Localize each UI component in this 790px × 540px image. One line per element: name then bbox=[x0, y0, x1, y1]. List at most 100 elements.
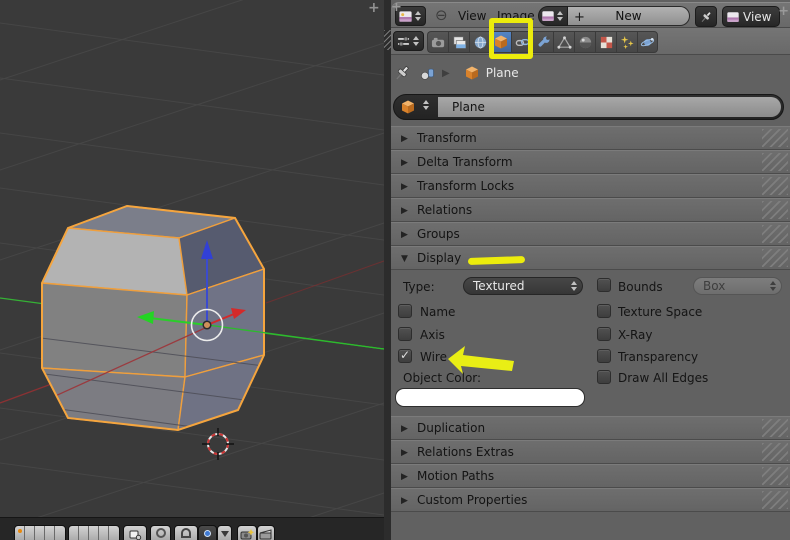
pin-button[interactable] bbox=[695, 6, 717, 27]
object-cube-icon bbox=[495, 35, 507, 49]
editor-type-stepper[interactable] bbox=[415, 11, 421, 21]
mesh-data-icon bbox=[556, 35, 572, 49]
panel-list: ▶ Transform ▶ Delta Transform ▶ Transfor… bbox=[391, 126, 790, 512]
tab-render[interactable] bbox=[427, 31, 448, 53]
draw-all-edges-checkbox[interactable]: ✓ bbox=[597, 370, 611, 384]
bounds-label: Bounds bbox=[618, 280, 663, 294]
panel-drag-stripes[interactable] bbox=[762, 177, 788, 195]
active-layer-dot bbox=[18, 529, 22, 533]
panel-drag-stripes[interactable] bbox=[762, 419, 788, 437]
tab-particles[interactable] bbox=[616, 31, 637, 53]
collapsed-arrow-icon: ▶ bbox=[401, 158, 408, 168]
display-type-dropdown[interactable]: Textured bbox=[463, 277, 583, 295]
wire-checkbox[interactable]: ✓ bbox=[398, 348, 412, 363]
panel-display-header[interactable]: ▼ Display bbox=[391, 246, 790, 270]
layer-buttons-group-1[interactable] bbox=[14, 525, 66, 540]
panel-drag-stripes[interactable] bbox=[762, 491, 788, 509]
object-name-input[interactable]: Plane bbox=[438, 97, 781, 117]
tab-object[interactable] bbox=[490, 31, 511, 53]
collapsed-arrow-icon: ▶ bbox=[401, 206, 408, 216]
breadcrumb-object-icon bbox=[465, 66, 478, 80]
panel-drag-stripes[interactable] bbox=[762, 249, 788, 267]
snap-dropdown-button[interactable] bbox=[217, 525, 232, 540]
header-plus-icon[interactable]: + bbox=[778, 4, 789, 19]
panel-drag-stripes[interactable] bbox=[762, 129, 788, 147]
panel-groups[interactable]: ▶ Groups bbox=[391, 222, 790, 246]
manipulator-toggle-button[interactable] bbox=[123, 525, 147, 540]
breadcrumb-object-name[interactable]: Plane bbox=[486, 66, 519, 80]
breadcrumb-pin-icon[interactable] bbox=[393, 64, 411, 82]
tab-physics[interactable] bbox=[637, 31, 658, 53]
area-corner-plus-icon[interactable]: + bbox=[391, 0, 402, 15]
image-datablock-stepper[interactable] bbox=[557, 11, 563, 21]
snap-element-button[interactable] bbox=[198, 525, 217, 540]
panel-relations[interactable]: ▶ Relations bbox=[391, 198, 790, 222]
tab-constraints[interactable] bbox=[511, 31, 532, 53]
constraints-icon bbox=[515, 38, 529, 46]
proportional-edit-button[interactable] bbox=[150, 525, 171, 540]
viewport-canvas[interactable] bbox=[0, 0, 384, 540]
panel-duplication[interactable]: ▶ Duplication bbox=[391, 416, 790, 440]
panel-drag-stripes[interactable] bbox=[762, 467, 788, 485]
panel-motion-paths[interactable]: ▶ Motion Paths bbox=[391, 464, 790, 488]
display-panel-content: Type: Textured ✓ Bounds Box ✓ Name ✓ Tex… bbox=[391, 270, 790, 416]
collapse-menus-icon[interactable]: ⊖ bbox=[435, 7, 448, 24]
material-sphere-icon bbox=[579, 36, 591, 48]
panel-drag-stripes[interactable] bbox=[762, 153, 788, 171]
panel-transform-locks[interactable]: ▶ Transform Locks bbox=[391, 174, 790, 198]
layer-buttons-group-2[interactable] bbox=[68, 525, 120, 540]
image-datablock-button[interactable] bbox=[538, 6, 568, 26]
expanded-arrow-icon: ▼ bbox=[401, 254, 408, 264]
tab-texture[interactable] bbox=[595, 31, 616, 53]
tab-material[interactable] bbox=[574, 31, 595, 53]
panel-drag-stripes[interactable] bbox=[762, 443, 788, 461]
object-color-label: Object Color: bbox=[403, 371, 482, 385]
axis-checkbox[interactable]: ✓ bbox=[398, 327, 412, 341]
panel-custom-properties[interactable]: ▶ Custom Properties bbox=[391, 488, 790, 512]
menu-image[interactable]: Image bbox=[497, 9, 535, 23]
transparency-checkbox[interactable]: ✓ bbox=[597, 349, 611, 363]
collapsed-arrow-icon: ▶ bbox=[401, 448, 408, 458]
view-button-label: View bbox=[743, 9, 772, 24]
blender-window: + ⊖ View Image + New View + ▶ Plane Plan… bbox=[0, 0, 790, 540]
collapsed-arrow-icon: ▶ bbox=[401, 472, 408, 482]
magnet-icon bbox=[181, 528, 191, 538]
bounds-checkbox[interactable]: ✓ bbox=[597, 278, 611, 292]
tab-render-layers[interactable] bbox=[448, 31, 469, 53]
breadcrumb-arrow-icon: ▶ bbox=[442, 67, 450, 79]
render-anim-button[interactable] bbox=[257, 525, 275, 540]
x-ray-checkbox[interactable]: ✓ bbox=[597, 327, 611, 341]
linked-view-button[interactable]: View bbox=[722, 6, 780, 27]
snap-magnet-button[interactable] bbox=[174, 525, 198, 540]
tab-modifiers[interactable] bbox=[532, 31, 553, 53]
collapsed-arrow-icon: ▶ bbox=[401, 134, 408, 144]
editor-type-stepper[interactable] bbox=[413, 36, 419, 46]
object-browse-stepper[interactable] bbox=[423, 100, 429, 110]
new-image-button[interactable]: + New bbox=[568, 6, 690, 26]
breadcrumb: ▶ Plane bbox=[391, 58, 790, 88]
wrench-icon bbox=[537, 35, 550, 47]
texture-space-checkbox[interactable]: ✓ bbox=[597, 304, 611, 318]
panel-drag-stripes[interactable] bbox=[762, 225, 788, 243]
editor-type-button-properties[interactable] bbox=[393, 31, 424, 51]
physics-icon bbox=[640, 37, 655, 46]
tab-world[interactable] bbox=[469, 31, 490, 53]
tab-object-data[interactable] bbox=[553, 31, 574, 53]
3d-viewport[interactable]: + bbox=[0, 0, 384, 540]
panel-delta-transform[interactable]: ▶ Delta Transform bbox=[391, 150, 790, 174]
scene-datablock-icon[interactable] bbox=[419, 65, 436, 82]
bounds-type-dropdown[interactable]: Box bbox=[693, 277, 782, 295]
panel-transform[interactable]: ▶ Transform bbox=[391, 126, 790, 150]
manipulator-icon bbox=[129, 530, 142, 540]
panel-relations-extras[interactable]: ▶ Relations Extras bbox=[391, 440, 790, 464]
object-color-swatch[interactable] bbox=[395, 388, 585, 407]
render-opengl-button[interactable] bbox=[237, 525, 257, 540]
area-resize-stripes[interactable] bbox=[384, 30, 391, 50]
name-checkbox[interactable]: ✓ bbox=[398, 304, 412, 318]
menu-view[interactable]: View bbox=[458, 9, 486, 23]
properties-tab-strip bbox=[427, 31, 658, 53]
texture-checker-icon bbox=[600, 36, 612, 48]
viewport-header-toolbar[interactable] bbox=[0, 517, 384, 540]
panel-drag-stripes[interactable] bbox=[762, 201, 788, 219]
viewport-region-plus-icon[interactable]: + bbox=[368, 0, 380, 16]
